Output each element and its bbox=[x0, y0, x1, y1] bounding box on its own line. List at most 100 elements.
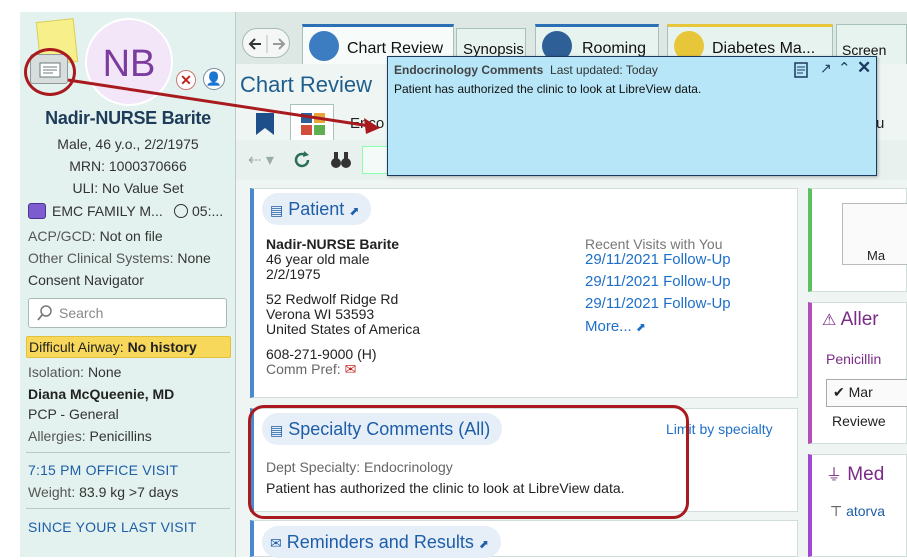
annotation-rectangle bbox=[248, 405, 689, 519]
back-arrow-icon[interactable]: ⇠ ▾ bbox=[248, 150, 274, 170]
page-title: Chart Review bbox=[240, 72, 373, 97]
patient-demographics: Male, 46 y.o., 2/2/1975 bbox=[57, 136, 199, 152]
collapse-icon[interactable]: ⌃ bbox=[838, 59, 851, 77]
patient-card-address3: United States of America bbox=[266, 321, 421, 337]
patient-card-address2: Verona WI 53593 bbox=[266, 306, 375, 322]
isolation-row: Isolation: None bbox=[28, 364, 121, 380]
recent-visits-label: Recent Visits with You bbox=[585, 236, 723, 252]
person-icon[interactable]: 👤 bbox=[203, 68, 225, 90]
reminders-card-title: Reminders and Results bbox=[286, 532, 474, 552]
isolation-label: Isolation: bbox=[28, 364, 85, 380]
right-card-1: Ma bbox=[808, 188, 907, 292]
other-systems-row: Other Clinical Systems: None bbox=[28, 250, 211, 266]
weight-value: 83.9 kg >7 days bbox=[79, 484, 179, 500]
search-icon bbox=[37, 305, 52, 321]
more-label: More... bbox=[585, 318, 632, 335]
popup-body: Patient has authorized the clinic to loo… bbox=[394, 82, 702, 96]
pin-icon: ⊤ bbox=[830, 503, 843, 519]
reminders-card: ✉ Reminders and Results ⬈ bbox=[250, 520, 798, 558]
endocrinology-comments-popup: Endocrinology Comments Last updated: Tod… bbox=[387, 56, 877, 176]
no-mail-icon: ✉ bbox=[344, 361, 357, 377]
patient-card-address1: 52 Redwolf Ridge Rd bbox=[266, 291, 399, 307]
recent-visit-link[interactable]: 29/11/2021 Follow-Up bbox=[585, 251, 731, 268]
consent-navigator-link[interactable]: Consent Navigator bbox=[28, 272, 144, 288]
close-icon[interactable]: ✕ bbox=[857, 58, 871, 78]
external-link-icon: ⬈ bbox=[349, 204, 360, 218]
envelope-icon: ✉ bbox=[270, 535, 282, 551]
pcp-label: PCP - General bbox=[28, 406, 119, 422]
acp-value: Not on file bbox=[99, 228, 163, 244]
recent-visit-link[interactable]: 29/11/2021 Follow-Up bbox=[585, 273, 731, 290]
patient-mrn: MRN: 1000370666 bbox=[69, 158, 187, 174]
id-card-icon: ▤ bbox=[270, 202, 284, 218]
weight-label: Weight: bbox=[28, 484, 76, 500]
weight-row: Weight: 83.9 kg >7 days bbox=[28, 484, 178, 500]
acp-label: ACP/GCD: bbox=[28, 228, 96, 244]
patient-uli: ULI: No Value Set bbox=[72, 180, 184, 196]
mark-reviewed-label: Mar bbox=[848, 384, 873, 400]
visit-header[interactable]: 7:15 PM OFFICE VISIT bbox=[28, 462, 178, 478]
medication-label: atorva bbox=[846, 503, 886, 519]
allergies-card-title: Aller bbox=[840, 309, 879, 330]
other-systems-value: None bbox=[177, 250, 211, 266]
close-icon[interactable]: ✕ bbox=[176, 70, 196, 90]
subtab-encounters[interactable]: Enco bbox=[350, 115, 384, 132]
pop-out-icon[interactable]: ↗ bbox=[820, 60, 832, 77]
patient-card-header[interactable]: ▤ Patient ⬈ bbox=[262, 193, 372, 225]
allergies-row[interactable]: Allergies: Penicillins bbox=[28, 428, 152, 444]
medications-card-header[interactable]: ⏚ Med bbox=[826, 461, 884, 486]
acp-row: ACP/GCD: Not on file bbox=[28, 228, 163, 244]
department-color-icon bbox=[28, 203, 46, 219]
divider bbox=[26, 452, 230, 453]
airway-label: Difficult Airway: bbox=[29, 339, 124, 355]
divider bbox=[26, 508, 230, 509]
avatar[interactable]: NB bbox=[85, 18, 173, 106]
external-link-icon: ⬈ bbox=[635, 320, 646, 334]
reminders-card-header[interactable]: ✉ Reminders and Results ⬈ bbox=[262, 526, 501, 558]
subtab-partial-right[interactable]: u bbox=[876, 115, 884, 132]
recent-visit-link[interactable]: 29/11/2021 Follow-Up bbox=[585, 295, 731, 312]
difficult-airway-banner: Difficult Airway: No history bbox=[26, 336, 231, 358]
patient-card-age: 46 year old male bbox=[266, 251, 370, 267]
medication-item[interactable]: ⊤ atorva bbox=[830, 503, 885, 520]
pill-icon: ⏚ bbox=[826, 467, 843, 484]
patient-card: ▤ Patient ⬈ Nadir-NURSE Barite 46 year o… bbox=[250, 188, 798, 398]
patient-name: Nadir-NURSE Barite bbox=[45, 108, 211, 128]
allergy-item[interactable]: Penicillin bbox=[826, 351, 881, 367]
check-icon: ✔ bbox=[833, 384, 845, 400]
search-placeholder: Search bbox=[59, 305, 104, 321]
medications-card: ⏚ Med ⊤ atorva bbox=[808, 454, 907, 557]
refresh-icon[interactable] bbox=[292, 150, 312, 170]
document-icon[interactable] bbox=[794, 62, 808, 78]
allergies-card: ⚠ Aller Penicillin ✔ Mar Reviewe bbox=[808, 302, 907, 444]
medications-card-title: Med bbox=[847, 464, 885, 485]
bookmark-icon[interactable] bbox=[254, 112, 276, 136]
right-card-button[interactable]: Ma bbox=[842, 203, 907, 265]
subtab-grid[interactable] bbox=[290, 104, 334, 140]
warning-icon: ⚠ bbox=[822, 312, 837, 329]
allergies-card-header[interactable]: ⚠ Aller bbox=[822, 309, 879, 331]
right-card-button-label: Ma bbox=[867, 248, 886, 263]
since-last-visit-header[interactable]: SINCE YOUR LAST VISIT bbox=[28, 519, 197, 535]
history-nav[interactable] bbox=[242, 28, 290, 58]
provider-name[interactable]: Diana McQueenie, MD bbox=[28, 386, 174, 402]
more-visits-link[interactable]: More... ⬈ bbox=[585, 318, 646, 335]
patient-card-dob: 2/2/1975 bbox=[266, 266, 321, 282]
popup-header: Endocrinology Comments Last updated: Tod… bbox=[394, 63, 658, 77]
airway-value: No history bbox=[127, 339, 197, 355]
isolation-value: None bbox=[87, 364, 122, 380]
annotation-circle bbox=[24, 48, 76, 96]
comm-pref-label: Comm Pref: bbox=[266, 361, 341, 377]
edit-icon[interactable] bbox=[362, 146, 388, 174]
other-systems-label: Other Clinical Systems: bbox=[28, 250, 174, 266]
department-name[interactable]: EMC FAMILY M... bbox=[52, 203, 163, 219]
mark-reviewed-button[interactable]: ✔ Mar bbox=[826, 379, 907, 407]
binoculars-icon[interactable] bbox=[330, 150, 352, 170]
search-input[interactable]: Search bbox=[28, 298, 227, 328]
reviewed-label: Reviewe bbox=[832, 413, 886, 429]
allergies-value: Penicillins bbox=[89, 428, 152, 444]
patient-card-comm-pref: Comm Pref: ✉ bbox=[266, 362, 356, 377]
patient-card-phone: 608-271-9000 (H) bbox=[266, 346, 377, 362]
grid-icon bbox=[301, 113, 325, 135]
allergies-label: Allergies: bbox=[28, 428, 86, 444]
